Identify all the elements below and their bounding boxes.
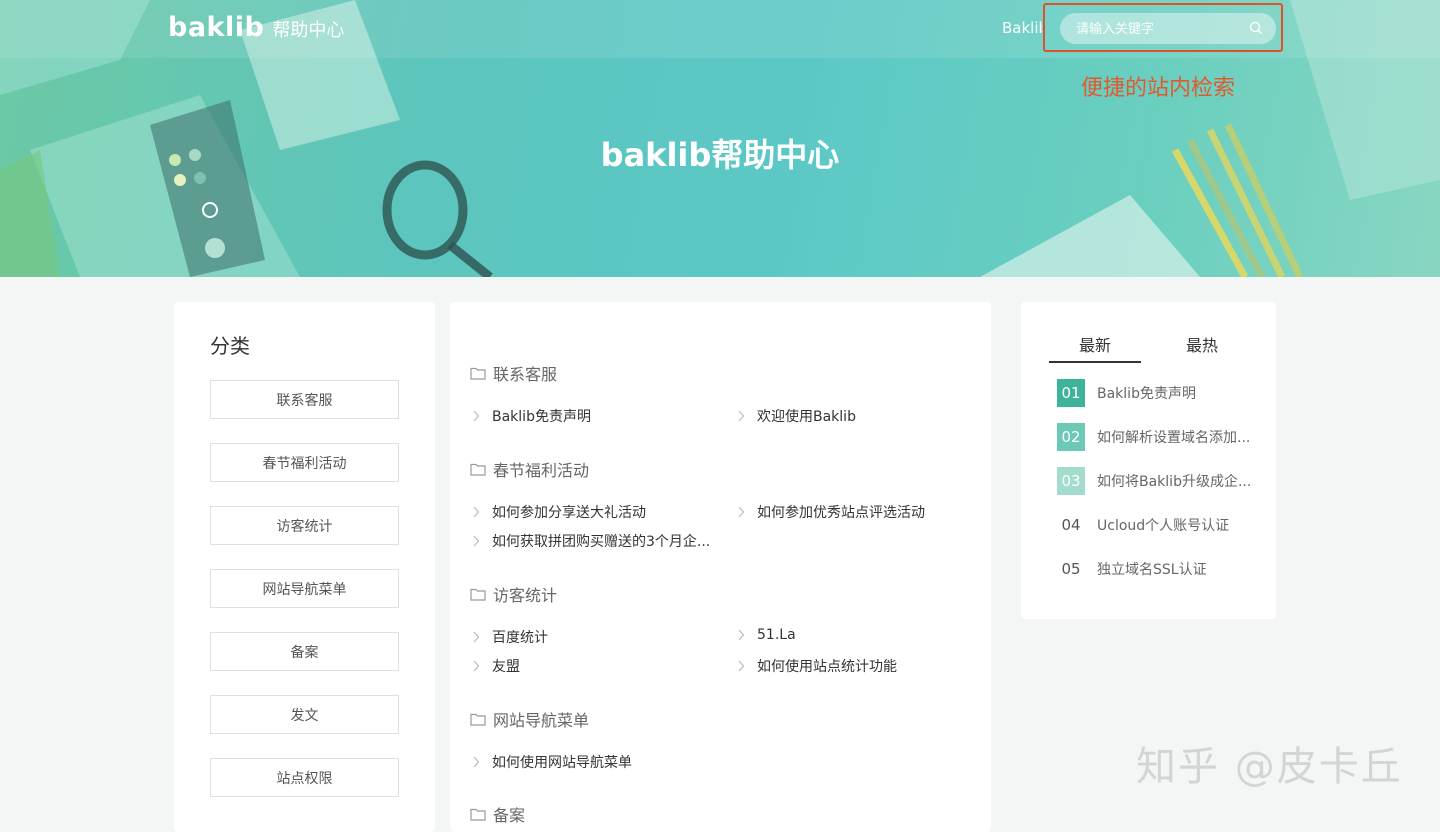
ranking-item[interactable]: 02 如何解析设置域名添加... xyxy=(1057,423,1250,451)
section-title: 联系客服 xyxy=(493,365,558,384)
ranking-item-title: Ucloud个人账号认证 xyxy=(1097,518,1230,534)
article-link[interactable]: 如何使用站点统计功能 xyxy=(737,656,897,676)
category-button[interactable]: 备案 xyxy=(210,632,399,671)
hero-banner: baklib 帮助中心 Baklib 便捷的站内检索 baklib帮助中心 xyxy=(0,0,1440,277)
section-heading[interactable]: 备案 xyxy=(470,802,525,826)
article-link[interactable]: 如何参加优秀站点评选活动 xyxy=(737,502,925,522)
chevron-right-icon xyxy=(738,660,745,672)
ranking-item[interactable]: 01 Baklib免责声明 xyxy=(1057,379,1196,407)
ranking-item-title: Baklib免责声明 xyxy=(1097,386,1196,402)
tab-hottest[interactable]: 最热 xyxy=(1186,332,1218,356)
section-heading[interactable]: 网站导航菜单 xyxy=(470,707,589,731)
watermark: 知乎 @皮卡丘 xyxy=(1136,744,1403,790)
rank-badge: 02 xyxy=(1057,423,1085,451)
ranking-item[interactable]: 05 独立域名SSL认证 xyxy=(1057,555,1207,583)
category-button[interactable]: 网站导航菜单 xyxy=(210,569,399,608)
article-title: 如何参加分享送大礼活动 xyxy=(492,505,646,521)
folder-icon xyxy=(470,367,486,380)
rank-badge: 01 xyxy=(1057,379,1085,407)
search-highlight-annotation xyxy=(1043,3,1283,52)
chevron-right-icon xyxy=(473,756,480,768)
article-title: 如何使用网站导航菜单 xyxy=(492,755,632,771)
folder-icon xyxy=(470,463,486,476)
logo-subtitle: 帮助中心 xyxy=(272,20,345,41)
article-title: 如何使用站点统计功能 xyxy=(757,659,897,675)
category-panel-title: 分类 xyxy=(210,334,250,358)
article-link[interactable]: 如何使用网站导航菜单 xyxy=(472,752,632,772)
section-heading[interactable]: 春节福利活动 xyxy=(470,457,589,481)
chevron-right-icon xyxy=(473,506,480,518)
article-title: 友盟 xyxy=(492,659,520,675)
rank-badge: 05 xyxy=(1061,560,1081,578)
rank-badge: 04 xyxy=(1061,516,1081,534)
page-title: baklib帮助中心 xyxy=(600,136,840,174)
nav-link-baklib[interactable]: Baklib xyxy=(1002,19,1042,37)
ranking-item-title: 独立域名SSL认证 xyxy=(1097,562,1207,578)
brand-logo[interactable]: baklib 帮助中心 xyxy=(168,12,344,43)
article-title: Baklib免责声明 xyxy=(492,409,591,425)
ranking-item-title: 如何解析设置域名添加... xyxy=(1097,430,1251,446)
annotation-label: 便捷的站内检索 xyxy=(1081,76,1236,101)
article-link[interactable]: 51.La xyxy=(737,627,796,643)
chevron-right-icon xyxy=(473,535,480,547)
folder-icon xyxy=(470,713,486,726)
section-title: 春节福利活动 xyxy=(493,461,590,480)
ranking-item[interactable]: 03 如何将Baklib升级成企... xyxy=(1057,467,1251,495)
ranking-item[interactable]: 04 Ucloud个人账号认证 xyxy=(1057,511,1229,539)
chevron-right-icon xyxy=(738,506,745,518)
logo-text: baklib xyxy=(168,12,265,43)
article-link[interactable]: 如何获取拼团购买赠送的3个月企... xyxy=(472,531,710,551)
article-link[interactable]: 如何参加分享送大礼活动 xyxy=(472,502,646,522)
section-title: 备案 xyxy=(493,806,526,825)
article-link[interactable]: 友盟 xyxy=(472,656,520,676)
folder-icon xyxy=(470,588,486,601)
ranking-panel: 最新 最热 01 Baklib免责声明 02 如何解析设置域名添加... 03 … xyxy=(1021,302,1276,619)
category-button[interactable]: 春节福利活动 xyxy=(210,443,399,482)
category-button[interactable]: 发文 xyxy=(210,695,399,734)
article-title: 如何获取拼团购买赠送的3个月企... xyxy=(492,534,711,550)
section-title: 访客统计 xyxy=(493,586,558,605)
chevron-right-icon xyxy=(738,410,745,422)
article-title: 如何参加优秀站点评选活动 xyxy=(757,505,925,521)
tab-latest[interactable]: 最新 xyxy=(1079,332,1111,356)
chevron-right-icon xyxy=(738,629,745,641)
rank-badge: 03 xyxy=(1057,467,1085,495)
chevron-right-icon xyxy=(473,660,480,672)
folder-icon xyxy=(470,808,486,821)
article-title: 欢迎使用Baklib xyxy=(757,409,856,425)
active-tab-indicator xyxy=(1049,361,1141,363)
article-title: 百度统计 xyxy=(492,630,548,646)
category-panel: 分类 联系客服 春节福利活动 访客统计 网站导航菜单 备案 发文 站点权限 xyxy=(174,302,435,832)
section-heading[interactable]: 联系客服 xyxy=(470,361,557,385)
article-list-panel: 联系客服 Baklib免责声明 欢迎使用Baklib 春节福利活动 如何参加分享… xyxy=(450,302,991,832)
chevron-right-icon xyxy=(473,410,480,422)
ranking-item-title: 如何将Baklib升级成企... xyxy=(1097,474,1252,490)
category-button[interactable]: 联系客服 xyxy=(210,380,399,419)
section-heading[interactable]: 访客统计 xyxy=(470,582,557,606)
section-title: 网站导航菜单 xyxy=(493,711,590,730)
category-button[interactable]: 访客统计 xyxy=(210,506,399,545)
article-link[interactable]: 欢迎使用Baklib xyxy=(737,406,856,426)
article-link[interactable]: Baklib免责声明 xyxy=(472,406,591,426)
article-link[interactable]: 百度统计 xyxy=(472,627,548,647)
article-title: 51.La xyxy=(757,627,796,643)
chevron-right-icon xyxy=(473,631,480,643)
category-button[interactable]: 站点权限 xyxy=(210,758,399,797)
